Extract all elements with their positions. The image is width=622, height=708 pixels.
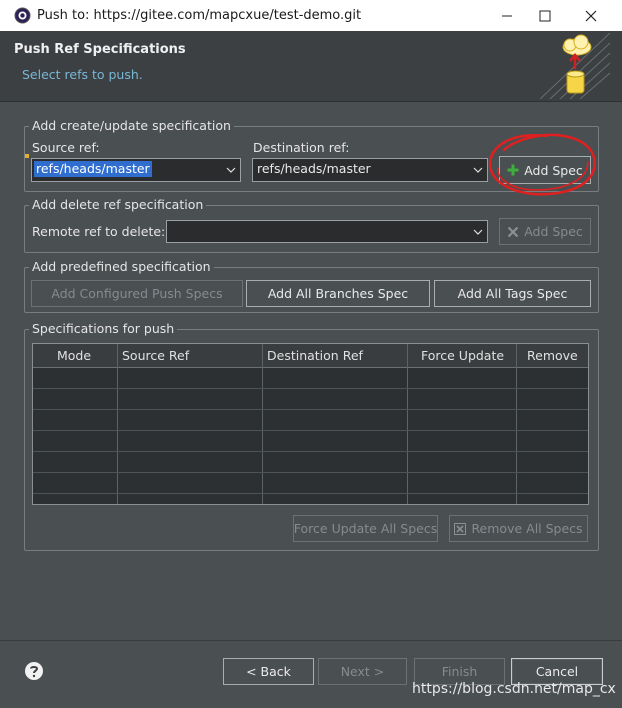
- force-update-all-specs-button[interactable]: Force Update All Specs: [293, 515, 438, 542]
- delete-ref-group-label: Add delete ref specification: [29, 197, 207, 212]
- column-header-force-update[interactable]: Force Update: [421, 344, 504, 367]
- header-divider: [0, 101, 622, 102]
- remote-ref-combo[interactable]: [166, 220, 488, 243]
- empty-row-line: [33, 409, 588, 410]
- create-update-group-label: Add create/update specification: [29, 118, 234, 133]
- column-divider: [516, 344, 517, 504]
- add-delete-spec-label: Add Spec: [524, 224, 583, 239]
- column-divider: [407, 344, 408, 504]
- close-button[interactable]: [568, 0, 614, 31]
- predefined-group-label: Add predefined specification: [29, 259, 214, 274]
- chevron-down-icon[interactable]: [222, 159, 240, 181]
- remove-all-specs-button[interactable]: Remove All Specs: [449, 515, 588, 542]
- back-button[interactable]: < Back: [223, 658, 314, 685]
- watermark-text: https://blog.csdn.net/map_cx: [412, 681, 616, 697]
- eclipse-app-icon: [14, 7, 31, 24]
- page-title: Push Ref Specifications: [14, 42, 186, 57]
- empty-row-line: [33, 451, 588, 452]
- required-field-marker: [25, 154, 29, 158]
- column-divider: [262, 344, 263, 504]
- help-icon[interactable]: [24, 661, 44, 681]
- add-all-branches-spec-button[interactable]: Add All Branches Spec: [246, 280, 430, 307]
- specifications-table[interactable]: Mode Source Ref Destination Ref Force Up…: [32, 343, 589, 505]
- empty-row-line: [33, 493, 588, 494]
- column-header-remove[interactable]: Remove: [527, 344, 578, 367]
- column-header-mode[interactable]: Mode: [57, 344, 91, 367]
- specifications-group-label: Specifications for push: [29, 321, 178, 336]
- source-ref-combo[interactable]: refs/heads/master: [31, 158, 241, 182]
- next-button[interactable]: Next >: [318, 658, 407, 685]
- delete-x-icon: [507, 226, 519, 238]
- empty-row-line: [33, 388, 588, 389]
- remote-ref-label: Remote ref to delete:: [32, 224, 166, 239]
- add-configured-push-specs-button[interactable]: Add Configured Push Specs: [31, 280, 243, 307]
- push-cloud-icon: [539, 32, 611, 100]
- column-divider: [117, 344, 118, 504]
- chevron-down-icon[interactable]: [469, 221, 487, 242]
- source-ref-label: Source ref:: [32, 140, 100, 155]
- empty-row-line: [33, 430, 588, 431]
- destination-ref-value: refs/heads/master: [257, 161, 371, 176]
- window-title: Push to: https://gitee.com/mapcxue/test-…: [37, 8, 362, 23]
- page-subtitle: Select refs to push.: [22, 67, 143, 82]
- column-header-destination-ref[interactable]: Destination Ref: [267, 344, 363, 367]
- destination-ref-combo[interactable]: refs/heads/master: [252, 158, 488, 182]
- footer-divider: [0, 640, 622, 641]
- column-header-source-ref[interactable]: Source Ref: [122, 344, 189, 367]
- add-all-tags-spec-button[interactable]: Add All Tags Spec: [434, 280, 591, 307]
- add-delete-spec-button[interactable]: Add Spec: [499, 218, 591, 245]
- remove-all-specs-label: Remove All Specs: [471, 521, 583, 536]
- remove-all-icon: [454, 522, 467, 535]
- annotation-circle: [488, 133, 596, 196]
- window-title-bar: Push to: https://gitee.com/mapcxue/test-…: [0, 0, 622, 31]
- wizard-header: Push Ref Specifications Select refs to p…: [0, 31, 622, 101]
- empty-row-line: [33, 472, 588, 473]
- destination-ref-label: Destination ref:: [253, 140, 350, 155]
- back-button-label: < Back: [246, 664, 291, 679]
- maximize-button[interactable]: [522, 0, 568, 31]
- source-ref-value: refs/heads/master: [34, 161, 152, 177]
